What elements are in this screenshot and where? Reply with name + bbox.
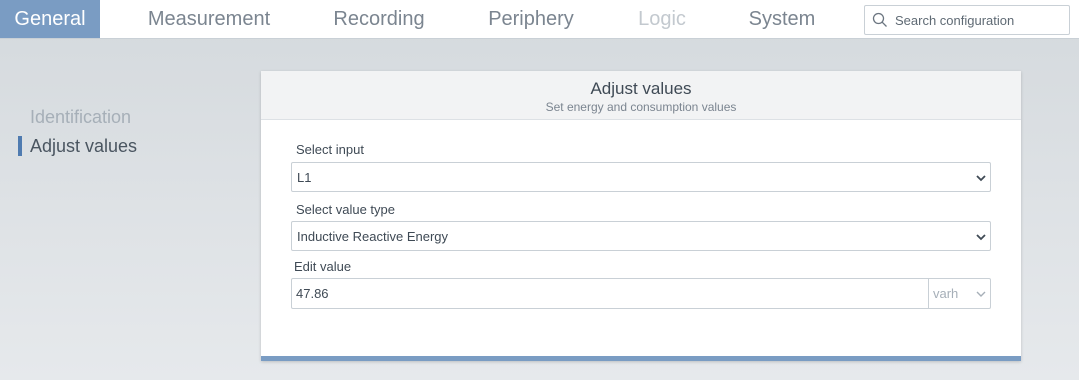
tab-recording[interactable]: Recording — [310, 0, 448, 38]
tab-system[interactable]: System — [732, 0, 832, 38]
chevron-down-icon — [976, 175, 986, 182]
card-header: Adjust values Set energy and consumption… — [261, 71, 1021, 120]
sidebar-item-identification[interactable]: Identification — [18, 104, 218, 130]
tab-logic[interactable]: Logic — [622, 0, 702, 38]
search-icon — [872, 12, 887, 27]
edit-value-label: Edit value — [294, 259, 352, 274]
card-subtitle: Set energy and consumption values — [545, 100, 737, 114]
select-value-type-dropdown[interactable]: Inductive Reactive Energy — [291, 221, 991, 251]
select-input-dropdown[interactable]: L1 — [291, 162, 991, 192]
select-value-type-value: Inductive Reactive Energy — [297, 229, 449, 244]
search-box[interactable] — [864, 5, 1070, 35]
card-title: Adjust values — [590, 79, 692, 98]
search-input[interactable] — [895, 10, 1065, 30]
tab-general[interactable]: General — [0, 0, 100, 38]
tab-measurement[interactable]: Measurement — [128, 0, 290, 38]
select-value-type-label: Select value type — [296, 202, 396, 217]
chevron-down-icon — [976, 234, 986, 241]
edit-value-field[interactable] — [291, 278, 929, 309]
chevron-down-icon — [976, 291, 986, 297]
tab-periphery[interactable]: Periphery — [470, 0, 592, 38]
sidebar: Identification Adjust values — [18, 104, 218, 162]
sidebar-item-adjust-values[interactable]: Adjust values — [18, 133, 218, 159]
select-input-label: Select input — [296, 142, 364, 157]
select-input-value: L1 — [297, 170, 312, 185]
unit-dropdown[interactable]: varh — [929, 278, 991, 309]
unit-value: varh — [933, 286, 959, 301]
adjust-values-card: Adjust values Set energy and consumption… — [261, 71, 1021, 361]
top-navigation-bar: General Measurement Recording Periphery … — [0, 0, 1079, 39]
edit-value-input[interactable] — [296, 279, 916, 308]
